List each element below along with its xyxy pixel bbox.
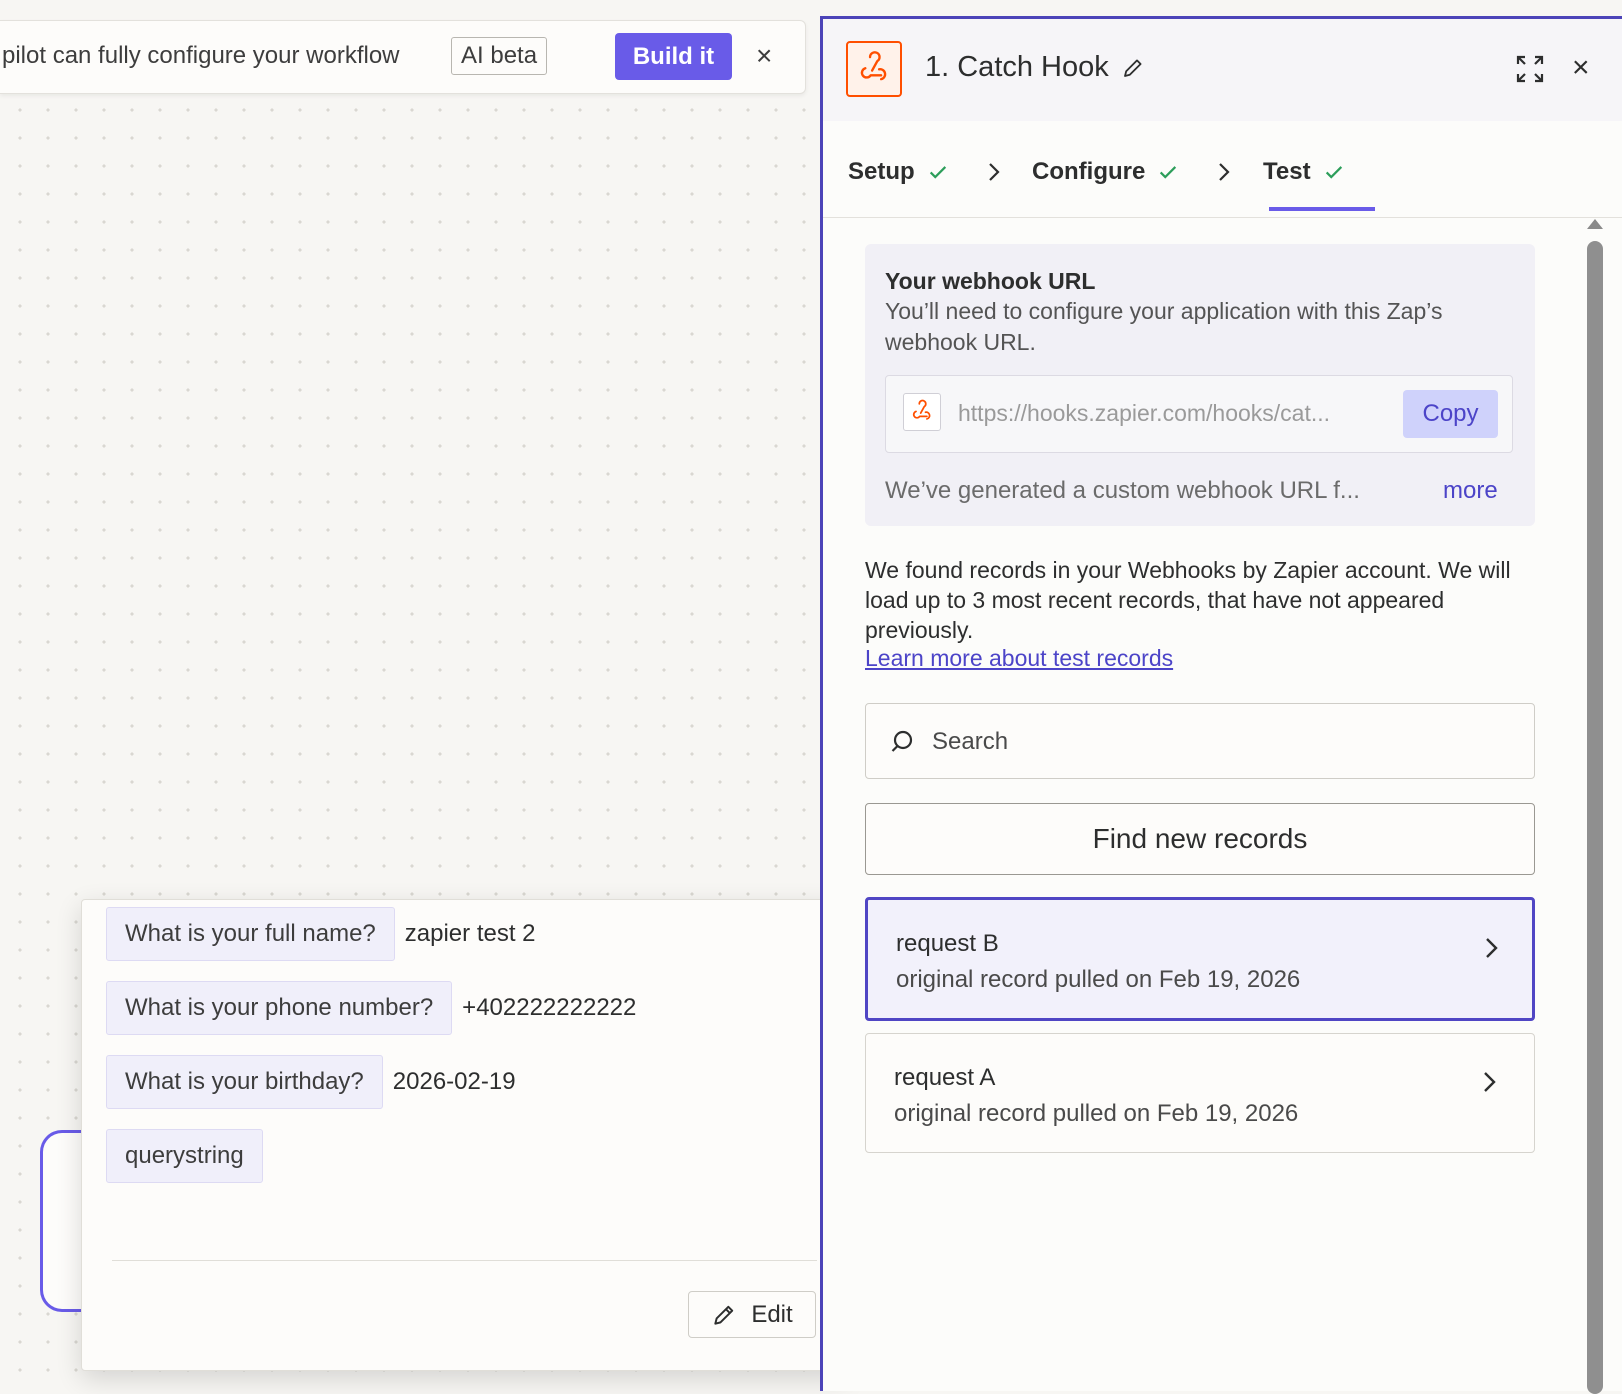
- pencil-icon: [714, 1305, 734, 1325]
- learn-more-link[interactable]: Learn more about test records: [865, 645, 1173, 672]
- scroll-up-arrow-icon[interactable]: [1587, 219, 1603, 229]
- panel-header: 1. Catch Hook ×: [823, 19, 1622, 121]
- field-key[interactable]: querystring: [106, 1129, 263, 1183]
- step-panel: 1. Catch Hook × Setup Configure Test You…: [820, 16, 1622, 1394]
- chevron-right-icon: [1219, 163, 1230, 181]
- preview-field-row: What is your phone number? +402222222222: [106, 980, 636, 1036]
- copilot-bar: pilot can fully configure your workflow …: [0, 20, 806, 94]
- field-value: 2026-02-19: [392, 1068, 516, 1095]
- chevron-right-icon: [1484, 1072, 1496, 1092]
- preview-field-row: What is your birthday? 2026-02-19: [106, 1054, 516, 1110]
- webhook-url-section: Your webhook URL You’ll need to configur…: [865, 244, 1535, 526]
- scrollbar-thumb[interactable]: [1587, 241, 1603, 1394]
- field-key[interactable]: What is your full name?: [106, 907, 395, 961]
- record-item[interactable]: request B original record pulled on Feb …: [865, 897, 1535, 1021]
- check-icon: [1160, 166, 1177, 179]
- pencil-icon[interactable]: [1121, 56, 1145, 80]
- step-title[interactable]: 1. Catch Hook: [925, 51, 1145, 84]
- step-title-text: 1. Catch Hook: [925, 51, 1109, 83]
- tab-label: Test: [1263, 158, 1311, 185]
- tab-test[interactable]: Test: [1263, 158, 1345, 186]
- webhook-icon: [846, 41, 902, 97]
- preview-field-row: querystring: [106, 1128, 273, 1184]
- build-it-button[interactable]: Build it: [615, 33, 732, 80]
- copilot-close-icon[interactable]: ×: [756, 37, 772, 75]
- tab-label: Configure: [1032, 158, 1146, 185]
- step-tabs: Setup Configure Test: [823, 121, 1622, 218]
- edit-label: Edit: [751, 1300, 793, 1328]
- copy-button[interactable]: Copy: [1403, 390, 1498, 438]
- record-item[interactable]: request A original record pulled on Feb …: [865, 1033, 1535, 1153]
- close-icon[interactable]: ×: [1572, 46, 1590, 90]
- webhook-description: You’ll need to configure your applicatio…: [885, 298, 1443, 355]
- active-tab-indicator: [1269, 207, 1375, 211]
- copilot-message: pilot can fully configure your workflow: [2, 42, 400, 69]
- divider: [112, 1260, 817, 1261]
- expand-icon[interactable]: [1514, 53, 1546, 85]
- record-title: request A: [894, 1064, 996, 1091]
- tab-label: Setup: [848, 158, 915, 185]
- check-icon: [1325, 166, 1342, 179]
- ai-beta-badge: AI beta: [451, 37, 548, 75]
- check-icon: [929, 166, 946, 179]
- chevron-right-icon: [1486, 938, 1498, 958]
- tab-configure[interactable]: Configure: [1032, 158, 1179, 186]
- webhook-note: We’ve generated a custom webhook URL f..…: [885, 477, 1360, 504]
- search-placeholder: Search: [932, 728, 1009, 755]
- records-found-text: We found records in your Webhooks by Zap…: [865, 557, 1511, 643]
- find-new-records-button[interactable]: Find new records: [865, 803, 1535, 875]
- edit-button[interactable]: Edit: [688, 1291, 816, 1338]
- field-value: +402222222222: [462, 994, 637, 1021]
- search-icon: [891, 730, 913, 752]
- field-value: zapier test 2: [404, 920, 536, 947]
- webhook-url-field[interactable]: https://hooks.zapier.com/hooks/cat... Co…: [885, 375, 1513, 453]
- record-preview-card: What is your full name? zapier test 2 Wh…: [81, 899, 848, 1371]
- field-key[interactable]: What is your phone number?: [106, 981, 453, 1035]
- search-input[interactable]: Search: [865, 703, 1535, 779]
- field-key[interactable]: What is your birthday?: [106, 1055, 383, 1109]
- webhook-url-text[interactable]: https://hooks.zapier.com/hooks/cat...: [958, 400, 1330, 427]
- preview-field-row: What is your full name? zapier test 2: [106, 906, 536, 962]
- webhook-icon: [903, 393, 941, 431]
- tab-setup[interactable]: Setup: [848, 158, 949, 186]
- webhook-title: Your webhook URL: [885, 268, 1096, 294]
- more-link[interactable]: more: [1443, 477, 1498, 505]
- record-subtitle: original record pulled on Feb 19, 2026: [894, 1100, 1299, 1127]
- record-title: request B: [896, 930, 999, 957]
- record-subtitle: original record pulled on Feb 19, 2026: [896, 966, 1301, 993]
- chevron-right-icon: [989, 163, 1000, 181]
